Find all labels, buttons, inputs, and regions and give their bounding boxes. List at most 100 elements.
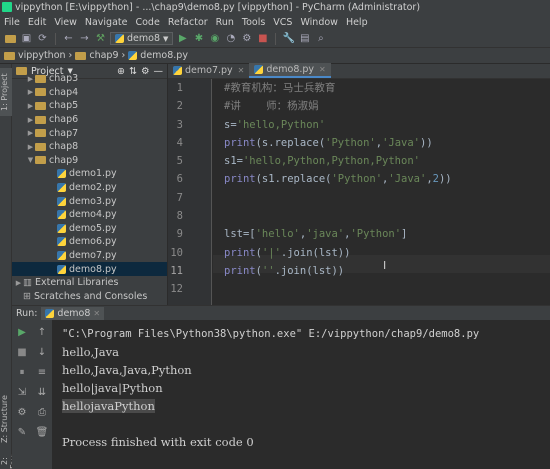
scroll-to-end-icon[interactable]: ⇊ <box>36 386 48 398</box>
folder-icon <box>35 129 46 138</box>
favorites-tool-tab[interactable]: 2: Favorites <box>0 454 12 469</box>
settings-icon[interactable]: ⚙ <box>16 406 28 418</box>
concurrency-icon[interactable]: ⚙ <box>240 33 253 45</box>
chevron-right-icon[interactable]: ▶ <box>14 279 23 287</box>
search-icon[interactable]: ⌕ <box>314 33 327 45</box>
build-icon[interactable]: ⚒ <box>94 33 107 45</box>
up-arrow-icon[interactable]: ↑ <box>36 326 48 338</box>
menu-file[interactable]: File <box>0 17 24 28</box>
editor-tabs: demo7.py ✕ demo8.py ✕ <box>168 63 550 79</box>
project-tool-tab[interactable]: 1: Project <box>0 68 12 116</box>
chevron-right-icon[interactable]: ▶ <box>26 75 35 83</box>
menu-refactor[interactable]: Refactor <box>164 17 212 28</box>
tree-item[interactable]: ⊞ Scratches and Consoles <box>12 290 167 304</box>
tree-folder-item[interactable]: ▶ chap4 <box>12 86 167 100</box>
menu-vcs[interactable]: VCS <box>269 17 296 28</box>
menu-run[interactable]: Run <box>212 17 238 28</box>
debug-icon[interactable]: ✱ <box>192 33 205 45</box>
menu-edit[interactable]: Edit <box>24 17 50 28</box>
line-number: 2 <box>176 100 183 113</box>
chevron-right-icon[interactable]: ▶ <box>26 129 35 137</box>
run-icon[interactable]: ▶ <box>176 33 189 45</box>
tree-item-label: chap4 <box>49 86 79 98</box>
tree-folder-item[interactable]: ▶ chap7 <box>12 126 167 140</box>
tree-file-item[interactable]: demo1.py <box>12 167 167 181</box>
save-icon[interactable]: ▣ <box>20 33 33 45</box>
menu-view[interactable]: View <box>50 17 81 28</box>
back-icon[interactable]: ← <box>62 33 75 45</box>
breadcrumb-root[interactable]: vippython <box>18 50 66 61</box>
close-icon[interactable]: ✕ <box>319 65 326 74</box>
tree-file-item[interactable]: demo3.py <box>12 194 167 208</box>
trash-icon[interactable]: 🗑 <box>36 426 49 438</box>
down-arrow-icon[interactable]: ↓ <box>36 346 48 358</box>
settings-icon[interactable]: 🔧 <box>282 33 295 45</box>
pause-icon[interactable]: ⏸ <box>16 366 28 378</box>
coverage-icon[interactable]: ◉ <box>208 33 221 45</box>
project-structure-icon[interactable]: ▤ <box>298 33 311 45</box>
code-line: #讲 师：杨淑娟 <box>224 100 319 113</box>
chevron-right-icon[interactable]: ▶ <box>26 143 35 151</box>
close-icon[interactable]: ✕ <box>238 66 245 75</box>
structure-tool-tab[interactable]: Z: Structure <box>0 389 12 449</box>
tree-folder-item[interactable]: ▶ chap5 <box>12 99 167 113</box>
code-line: lst=['hello','java','Python'] <box>224 228 408 241</box>
tree-item[interactable]: ▶ ▥ External Libraries <box>12 276 167 290</box>
menu-code[interactable]: Code <box>131 17 163 28</box>
print-icon[interactable]: ⎙ <box>36 406 48 418</box>
line-number: 5 <box>176 155 183 168</box>
python-file-icon <box>128 51 138 60</box>
python-file-icon <box>57 169 66 179</box>
sync-icon[interactable]: ⟳ <box>36 33 49 45</box>
tree-folder-item[interactable]: ▶ chap8 <box>12 140 167 154</box>
run-config-select[interactable]: demo8 ▼ <box>110 32 174 45</box>
stop-icon[interactable]: ■ <box>256 33 269 45</box>
code-area[interactable]: #教育机构：马士兵教育 #讲 师：杨淑娟 s='hello,Python' print… <box>224 79 550 299</box>
folder-icon <box>16 67 27 75</box>
menu-window[interactable]: Window <box>296 17 341 28</box>
tree-item-label: demo3.py <box>69 195 117 207</box>
soft-wrap-icon[interactable]: ≡ <box>36 366 48 378</box>
chevron-right-icon[interactable]: ▶ <box>26 102 35 110</box>
menu-navigate[interactable]: Navigate <box>81 17 132 28</box>
console-text: Process finished with exit code 0 <box>62 435 254 449</box>
python-file-icon <box>115 34 124 43</box>
profile-icon[interactable]: ◔ <box>224 33 237 45</box>
tree-folder-item[interactable]: ▶ chap6 <box>12 113 167 127</box>
chevron-right-icon[interactable]: ▶ <box>26 116 35 124</box>
breadcrumb-folder[interactable]: chap9 <box>89 50 118 61</box>
code-line: print('|'.join(lst)) <box>224 246 351 259</box>
menu-tools[interactable]: Tools <box>238 17 269 28</box>
run-console[interactable]: "C:\Program Files\Python38\python.exe" E… <box>52 320 550 469</box>
gear-icon[interactable]: ⚙ <box>141 66 150 77</box>
chevron-right-icon[interactable]: ▶ <box>26 88 35 96</box>
python-file-icon <box>254 65 264 74</box>
chevron-down-icon[interactable]: ▼ <box>26 156 35 164</box>
tree-item-label: chap5 <box>49 100 79 112</box>
tree-file-item[interactable]: demo7.py <box>12 249 167 263</box>
run-tab[interactable]: demo8 ✕ <box>41 306 105 320</box>
stop-icon[interactable]: ■ <box>16 346 28 358</box>
tree-file-item[interactable]: demo6.py <box>12 235 167 249</box>
hide-icon[interactable]: — <box>154 66 168 77</box>
dump-threads-icon[interactable]: ⇲ <box>16 386 28 398</box>
close-icon[interactable]: ✕ <box>93 309 100 318</box>
pin-icon[interactable]: ✎ <box>16 426 28 438</box>
rerun-icon[interactable]: ▶ <box>16 326 28 338</box>
tree-file-item[interactable]: demo5.py <box>12 222 167 236</box>
tab-demo7[interactable]: demo7.py ✕ <box>168 63 249 78</box>
tree-file-item[interactable]: demo2.py <box>12 181 167 195</box>
menu-help[interactable]: Help <box>342 17 372 28</box>
locate-icon[interactable]: ⊕ <box>117 66 125 77</box>
breadcrumb-file[interactable]: demo8.py <box>140 50 188 61</box>
forward-icon[interactable]: → <box>78 33 91 45</box>
open-folder-icon[interactable] <box>4 33 17 45</box>
project-panel: Project ▼ ⊕ ⇅ ⚙ — ▶ chap3 ▶ chap4 ▶ chap5 ▶ cha… <box>12 64 168 305</box>
tab-demo8[interactable]: demo8.py ✕ <box>249 63 331 78</box>
tree-file-item[interactable]: demo8.py <box>12 262 167 276</box>
tree-folder-item[interactable]: ▼ chap9 <box>12 154 167 168</box>
code-editor[interactable]: 1 2 3 4 5 6 7 8 9 10 11 12 #教育机构：马士兵教育 #讲 师：杨淑娟 s='he… <box>168 79 550 305</box>
collapse-icon[interactable]: ⇅ <box>129 66 137 77</box>
folder-icon <box>35 156 46 165</box>
tree-file-item[interactable]: demo4.py <box>12 208 167 222</box>
